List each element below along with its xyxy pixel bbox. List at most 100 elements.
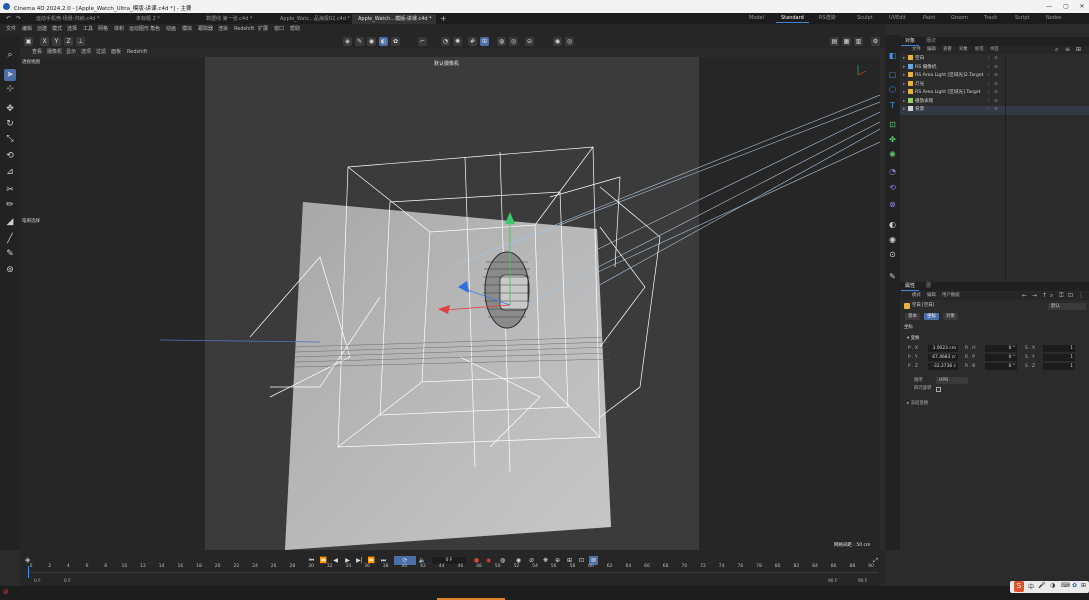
enable-toggle-icon[interactable]: ⊘ xyxy=(994,72,998,81)
pen-icon[interactable]: ✎ xyxy=(355,37,364,46)
enable-toggle-icon[interactable]: ⊘ xyxy=(994,89,998,98)
light-icon[interactable]: ⊙ xyxy=(886,248,899,261)
visibility-dots-icon[interactable]: ⁝ xyxy=(988,89,989,98)
close-button[interactable]: ✕ xyxy=(1078,3,1086,10)
menu-15[interactable]: 扩展 xyxy=(258,24,268,35)
object-row[interactable]: ▸ 空白 ⁝ ⊘ xyxy=(900,55,1089,64)
expand-icon[interactable]: ⊞ xyxy=(1076,46,1081,53)
z-axis-lock-button[interactable]: Z xyxy=(64,37,73,46)
transform-tool-icon[interactable]: ⟲ xyxy=(4,150,16,162)
enable-toggle-icon[interactable]: ⊘ xyxy=(994,55,998,64)
object-row[interactable]: ▸ RS 摄像机 ⁝ ⊘ xyxy=(900,63,1089,73)
menu-9[interactable]: 角色 xyxy=(150,24,160,35)
magnet-tool-icon[interactable]: ⊚ xyxy=(4,264,16,276)
forward-arrow-icon[interactable]: → xyxy=(1032,292,1037,299)
viewport-menu-6[interactable]: Redshift xyxy=(127,48,147,57)
doc-tab-2[interactable]: 未标题 2 * xyxy=(130,14,190,24)
snap-icon[interactable]: # xyxy=(468,37,477,46)
viewport-menu-4[interactable]: 过滤 xyxy=(96,48,106,57)
enable-toggle-icon[interactable]: ⊘ xyxy=(994,81,998,90)
range-start-right[interactable]: 0 F xyxy=(64,578,71,585)
order-dropdown[interactable]: HPB xyxy=(936,377,968,384)
object-row[interactable]: ▸ 背景 ⁝ ⊘ xyxy=(900,106,1089,115)
viewport-settings-icon[interactable]: ⚙ xyxy=(871,37,880,46)
menu-12[interactable]: 跟踪器 xyxy=(198,24,213,35)
mode-icon[interactable]: ▣ xyxy=(24,37,33,46)
lock-icon[interactable]: ⚿ xyxy=(1059,292,1064,300)
deformer-icon[interactable]: ⌐ xyxy=(418,37,427,46)
attrmenu-userdata[interactable]: 用户数据 xyxy=(942,292,960,299)
object-row[interactable]: ▸ 灯光 ⁝ ⊘ xyxy=(900,80,1089,90)
sculpt-tool-icon[interactable]: ✎ xyxy=(4,248,16,260)
volume-icon[interactable]: ⊗ xyxy=(886,198,899,211)
text-icon[interactable]: T xyxy=(886,99,899,112)
doc-tab-5[interactable]: Apple_Watch...模版-讲课.c4d * xyxy=(352,14,436,24)
range-end-right[interactable]: 90 F xyxy=(858,578,868,585)
enable-toggle-icon[interactable]: ⊘ xyxy=(994,98,998,107)
menu-11[interactable]: 模拟 xyxy=(182,24,192,35)
viewport-layout-2-icon[interactable]: ▦ xyxy=(842,37,851,46)
objmenu-view[interactable]: 查看 xyxy=(943,46,952,53)
new-window-icon[interactable]: ⊡ xyxy=(1068,292,1073,299)
tab-attributes[interactable]: 属性 xyxy=(901,282,920,291)
menu-10[interactable]: 动画 xyxy=(166,24,176,35)
paint-tool-icon[interactable]: ◢ xyxy=(4,216,16,228)
menu-13[interactable]: 渲染 xyxy=(218,24,228,35)
cube-primitive-icon[interactable]: ▢ xyxy=(886,68,899,81)
search-attr-icon[interactable]: ⌕ xyxy=(1050,292,1053,300)
menu-17[interactable]: 帮助 xyxy=(290,24,300,35)
knife-tool-icon[interactable]: ✂ xyxy=(4,184,16,196)
live-select-icon[interactable]: ⊹ xyxy=(4,83,16,95)
pz-field[interactable]: -32.2736 c xyxy=(928,363,958,370)
subsection-transform[interactable]: ▾ 变换 xyxy=(907,335,919,342)
layout-groom[interactable]: Groom xyxy=(946,14,973,23)
search-icon[interactable]: ⌕ xyxy=(4,49,16,61)
freeze-transform-section[interactable]: ▸ 冻结变换 xyxy=(907,400,928,407)
quaternion-checkbox[interactable] xyxy=(936,387,941,392)
timeline-ruler[interactable]: 0 2 4 6 8 10 12 14 16 18 20 22 24 26 28 30 32 34 36 38 40 42 4… xyxy=(28,564,878,576)
doc-tab-3[interactable]: 数据线 第一张.c4d * xyxy=(200,14,270,24)
layout-nodes[interactable]: Nodes xyxy=(1041,14,1067,23)
redo-icon[interactable]: ↷ xyxy=(16,15,21,22)
render-settings-icon[interactable]: ⊝ xyxy=(525,37,534,46)
punctuation-icon[interactable]: ◑ xyxy=(1050,582,1055,589)
menu-1[interactable]: 编辑 xyxy=(22,24,32,35)
field-icon[interactable]: ⟲ xyxy=(886,181,899,194)
select-tool-icon[interactable]: ➤ xyxy=(4,69,16,81)
undo-icon[interactable]: ↶ xyxy=(6,15,11,22)
viewport-menu-5[interactable]: 面板 xyxy=(111,48,121,57)
layout-standard[interactable]: Standard xyxy=(776,14,809,23)
layout-paint[interactable]: Paint xyxy=(918,14,940,23)
keyframe-icon[interactable]: ◈ xyxy=(25,556,30,564)
keyboard-icon[interactable]: ⌨ xyxy=(1061,582,1070,589)
subtab-object[interactable]: 对象 xyxy=(943,313,958,320)
objmenu-object[interactable]: 对象 xyxy=(959,46,968,53)
minimize-button[interactable]: — xyxy=(1045,3,1053,10)
viewport-layout-3-icon[interactable]: ▥ xyxy=(854,37,863,46)
menu-14[interactable]: Redshift xyxy=(234,24,254,35)
axis-tool-icon[interactable]: ⊿ xyxy=(4,166,16,178)
grid-snap-icon[interactable]: ⊞ xyxy=(480,37,489,46)
deformer-purple-icon[interactable]: ◔ xyxy=(886,165,899,178)
search-objects-icon[interactable]: ⌕ xyxy=(1055,46,1058,54)
maximize-button[interactable]: ▢ xyxy=(1062,3,1070,10)
cube-icon[interactable]: ◈ xyxy=(343,37,352,46)
viewport-menu-2[interactable]: 显示 xyxy=(66,48,76,57)
viewport-layout-1-icon[interactable]: ▤ xyxy=(830,37,839,46)
move-tool-icon[interactable]: ✥ xyxy=(4,103,16,115)
range-end-left[interactable]: 90 F xyxy=(828,578,838,585)
rp-field[interactable]: 0 ° xyxy=(985,354,1017,361)
preset-dropdown[interactable]: 默认 xyxy=(1048,303,1086,310)
menu-7[interactable]: 体积 xyxy=(114,24,124,35)
x-axis-lock-button[interactable]: X xyxy=(40,37,49,46)
more-icon[interactable]: ⋮ xyxy=(1078,292,1084,299)
visibility-dots-icon[interactable]: ⁝ xyxy=(988,98,989,107)
menu-0[interactable]: 文件 xyxy=(6,24,16,35)
viewport-menu-0[interactable]: 查看 xyxy=(32,48,42,57)
enable-toggle-icon[interactable]: ⊘ xyxy=(994,106,998,115)
visibility-dots-icon[interactable]: ⁝ xyxy=(988,106,989,115)
object-row[interactable]: ▸ 播放表现 ⁝ ⊘ xyxy=(900,97,1089,107)
effector-icon[interactable]: ✺ xyxy=(886,148,899,161)
camera-icon[interactable]: ◉ xyxy=(886,233,899,246)
sy-field[interactable]: 1 xyxy=(1043,354,1075,361)
